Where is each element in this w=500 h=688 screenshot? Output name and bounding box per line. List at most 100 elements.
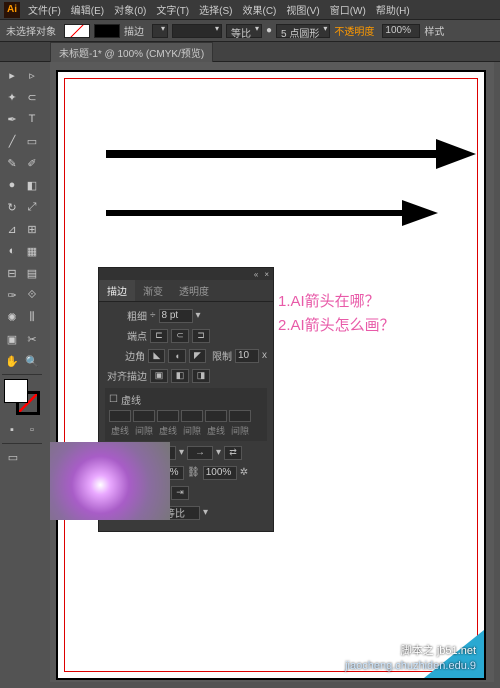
color-mode-normal[interactable]: ▪ (3, 420, 21, 440)
document-tab[interactable]: 未标题-1* @ 100% (CMYK/预览) (50, 42, 213, 62)
gap-input-2[interactable] (181, 410, 203, 422)
align-center[interactable]: ▣ (150, 369, 168, 383)
hand-tool[interactable]: ✋ (3, 351, 21, 371)
dropdown-icon[interactable]: ▾ (196, 310, 201, 321)
eraser-tool[interactable]: ◧ (23, 175, 41, 195)
blend-tool[interactable]: ⟐ (23, 285, 41, 305)
shape-builder-tool[interactable]: ◐ (3, 241, 21, 261)
perspective-tool[interactable]: ▦ (23, 241, 41, 261)
menu-effect[interactable]: 效果(C) (242, 2, 276, 17)
graph-tool[interactable]: ⫼ (23, 307, 41, 327)
width-tool[interactable]: ⊿ (3, 219, 21, 239)
align-inside[interactable]: ◧ (171, 369, 189, 383)
dash-checkbox[interactable]: ☐ (109, 394, 118, 405)
corner-miter[interactable]: ◣ (148, 349, 165, 363)
menu-bar: Ai 文件(F) 编辑(E) 对象(0) 文字(T) 选择(S) 效果(C) 视… (0, 0, 500, 20)
line-tool[interactable]: ╱ (3, 131, 21, 151)
thumbnail-overlay (50, 442, 170, 520)
blob-brush-tool[interactable]: ● (3, 175, 21, 195)
dropdown-icon[interactable]: ▾ (203, 507, 208, 518)
rotate-tool[interactable]: ↻ (3, 197, 21, 217)
fill-stroke-control[interactable] (4, 379, 40, 415)
dash-section: ☐虚线 虚线间隙 虚线间隙 虚线间隙 (105, 388, 267, 441)
menu-object[interactable]: 对象(0) (114, 2, 146, 17)
dash-input-1[interactable] (109, 410, 131, 422)
swap-arrows-icon[interactable]: ⇄ (224, 446, 242, 460)
cap-round[interactable]: ⊂ (171, 329, 189, 343)
stroke-weight-dropdown[interactable] (152, 24, 168, 38)
screen-mode[interactable]: ▭ (3, 447, 23, 467)
dropdown-icon[interactable]: ▾ (179, 447, 184, 458)
tab-stroke[interactable]: 描边 (99, 280, 135, 301)
dash-input-3[interactable] (205, 410, 227, 422)
question-2: 2.AI箭头怎么画？ (278, 314, 395, 338)
weight-input[interactable] (159, 309, 193, 323)
menu-file[interactable]: 文件(F) (28, 2, 61, 17)
menu-select[interactable]: 选择(S) (199, 2, 232, 17)
arrow-end-dropdown[interactable]: → (187, 446, 213, 460)
slice-tool[interactable]: ✂ (23, 329, 41, 349)
bug-icon[interactable]: ✲ (240, 467, 248, 478)
selection-tool[interactable]: ▸ (3, 65, 21, 85)
stepper-down-icon[interactable]: ÷ (150, 310, 156, 321)
ratio-dropdown[interactable]: 等比 (226, 24, 262, 38)
eyedropper-tool[interactable]: ✑ (3, 285, 21, 305)
cap-butt[interactable]: ⊏ (150, 329, 168, 343)
lasso-tool[interactable]: ⊂ (23, 87, 41, 107)
corner-label: 边角 (105, 348, 145, 363)
opacity-input[interactable] (382, 24, 420, 38)
link-icon[interactable]: ⛓ (187, 467, 200, 478)
style-label: 样式 (424, 23, 444, 38)
panel-collapse-icon[interactable]: « (254, 270, 258, 279)
gap-input-1[interactable] (133, 410, 155, 422)
scale-tool[interactable]: ⤢ (23, 197, 41, 217)
options-bar: 未选择对象 描边 等比 ● 5 点圆形 不透明度 样式 (0, 20, 500, 42)
panel-close-icon[interactable]: × (264, 270, 269, 279)
artboard[interactable]: 1.AI箭头在哪？ 2.AI箭头怎么画？ «× 描边 渐变 透明度 粗细 ÷ ▾… (56, 70, 486, 680)
cap-projecting[interactable]: ⊐ (192, 329, 210, 343)
tab-transparency[interactable]: 透明度 (171, 280, 217, 301)
app-logo: Ai (4, 2, 20, 18)
brush-dropdown[interactable] (172, 24, 222, 38)
pen-tool[interactable]: ✒ (3, 109, 21, 129)
mesh-tool[interactable]: ⊟ (3, 263, 21, 283)
align-outside[interactable]: ◨ (192, 369, 210, 383)
align-arrow-tip[interactable]: ⇥ (171, 486, 189, 500)
rectangle-tool[interactable]: ▭ (23, 131, 41, 151)
canvas-area: 1.AI箭头在哪？ 2.AI箭头怎么画？ «× 描边 渐变 透明度 粗细 ÷ ▾… (50, 62, 494, 682)
stroke-swatch[interactable] (94, 24, 120, 38)
zoom-tool[interactable]: 🔍 (23, 351, 41, 371)
gradient-tool[interactable]: ▤ (23, 263, 41, 283)
dash-label: 虚线 (121, 392, 141, 407)
gap-input-3[interactable] (229, 410, 251, 422)
menu-view[interactable]: 视图(V) (286, 2, 319, 17)
color-mode-gradient[interactable]: ▫ (23, 420, 41, 440)
fill-swatch[interactable] (64, 24, 90, 38)
menu-help[interactable]: 帮助(H) (376, 2, 410, 17)
menu-type[interactable]: 文字(T) (156, 2, 189, 17)
magic-wand-tool[interactable]: ✦ (3, 87, 21, 107)
document-tab-bar: 未标题-1* @ 100% (CMYK/预览) (0, 42, 500, 62)
watermark-url: jiaocheng.chuzhiden.edu.9 (345, 660, 476, 672)
fill-color[interactable] (4, 379, 28, 403)
free-transform-tool[interactable]: ⊞ (23, 219, 41, 239)
scale-end-input[interactable] (203, 466, 237, 480)
menu-edit[interactable]: 编辑(E) (71, 2, 104, 17)
direct-selection-tool[interactable]: ▹ (23, 65, 41, 85)
tools-panel: ▸▹ ✦⊂ ✒T ╱▭ ✎✐ ●◧ ↻⤢ ⊿⊞ ◐▦ ⊟▤ ✑⟐ ✺⫼ ▣✂ ✋… (0, 62, 44, 470)
dash-input-2[interactable] (157, 410, 179, 422)
artboard-tool[interactable]: ▣ (3, 329, 21, 349)
dropdown-icon[interactable]: ▾ (216, 447, 221, 458)
no-selection-label: 未选择对象 (6, 23, 56, 38)
limit-input[interactable] (235, 349, 259, 363)
menu-window[interactable]: 窗口(W) (330, 2, 366, 17)
corner-bevel[interactable]: ◤ (189, 349, 206, 363)
shape-dropdown[interactable]: 5 点圆形 (276, 24, 330, 38)
type-tool[interactable]: T (23, 109, 41, 129)
panel-titlebar[interactable]: «× (99, 268, 273, 280)
symbol-sprayer-tool[interactable]: ✺ (3, 307, 21, 327)
paintbrush-tool[interactable]: ✎ (3, 153, 21, 173)
pencil-tool[interactable]: ✐ (23, 153, 41, 173)
tab-gradient[interactable]: 渐变 (135, 280, 171, 301)
corner-round[interactable]: ◖ (168, 349, 185, 363)
